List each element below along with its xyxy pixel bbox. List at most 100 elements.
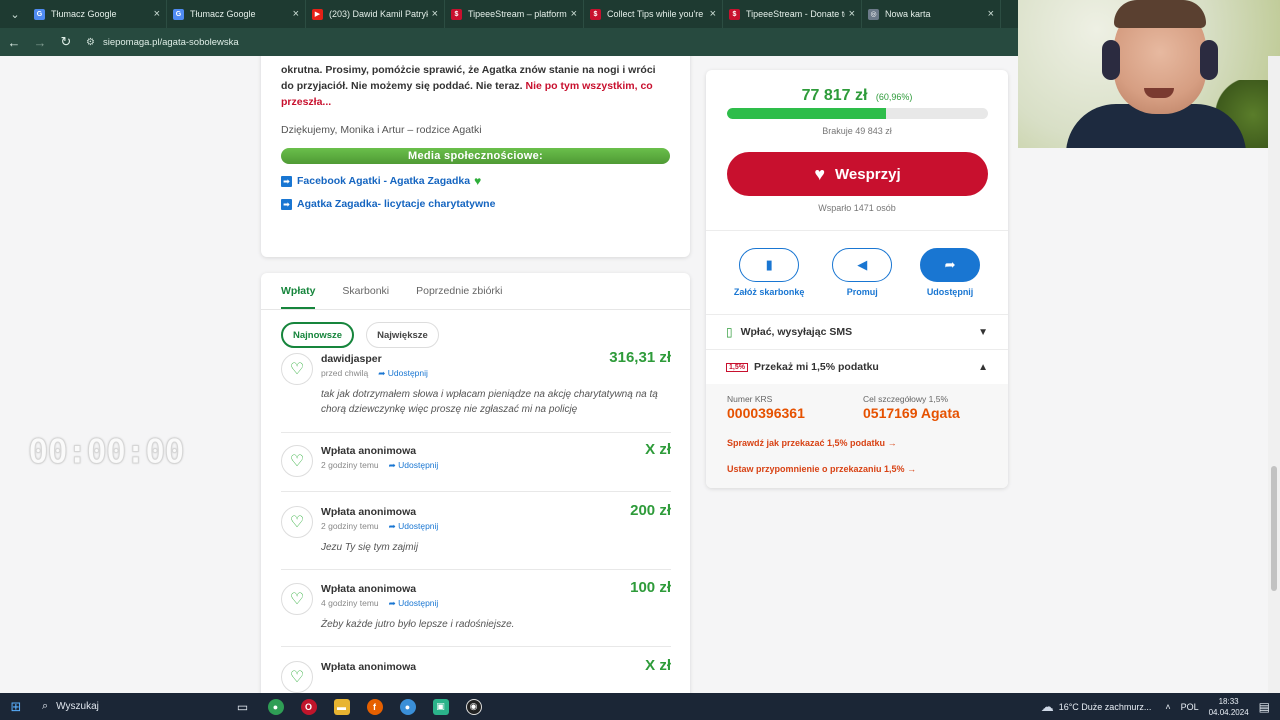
megaphone-icon[interactable]: ◀ xyxy=(832,248,893,282)
taskbar-search-placeholder: Wyszukaj xyxy=(56,701,99,712)
tab-search-chevron-icon[interactable]: ⌄ xyxy=(2,3,28,25)
donor-name: Wpłata anonimowa xyxy=(321,506,417,518)
chrome-icon[interactable]: ● xyxy=(259,693,292,720)
browser-tab[interactable]: G Tłumacz Google × xyxy=(28,0,167,28)
taskbar-search[interactable]: ⌕ Wyszukaj xyxy=(36,693,226,720)
how-to-donate-tax-link[interactable]: Sprawdź jak przekazać 1,5% podatku → xyxy=(727,438,897,448)
chrome-profile-icon[interactable]: ● xyxy=(391,693,424,720)
donor-name: Wpłata anonimowa xyxy=(321,445,417,457)
donor-avatar-icon: ♡ xyxy=(281,506,313,538)
browser-tab[interactable]: $ Collect Tips while you're o × xyxy=(584,0,723,28)
obs-icon[interactable]: ◉ xyxy=(457,693,490,720)
set-reminder-link[interactable]: Ustaw przypomnienie o przekazaniu 1,5% → xyxy=(727,464,916,474)
back-arrow-icon[interactable]: ← xyxy=(2,35,26,50)
url-text: siepomaga.pl/agata-sobolewska xyxy=(102,36,239,48)
arrow-right-icon: → xyxy=(907,464,917,474)
share-action[interactable]: ➦ Udostępnij xyxy=(920,248,981,297)
browser-tab[interactable]: ▶ (203) Dawid Kamil Patryk × xyxy=(306,0,445,28)
filter-newest[interactable]: Najnowsze xyxy=(281,322,355,348)
story-text: okrutna. Prosimy, pomóżcie sprawić, że A… xyxy=(281,62,670,110)
page-scrollbar[interactable] xyxy=(1268,56,1280,693)
hand-heart-icon: ♥ xyxy=(814,163,826,184)
tax-accordion[interactable]: 1,5% Przekaż mi 1,5% podatku ▲ xyxy=(706,350,1008,384)
clock-time: 18:33 xyxy=(1218,696,1239,706)
language-indicator[interactable]: POL xyxy=(1181,702,1199,712)
task-view-icon[interactable]: ▭ xyxy=(226,693,259,720)
facebook-link-text: Facebook Agatki - Agatka Zagadka xyxy=(297,175,471,187)
windows-taskbar: ⊞ ⌕ Wyszukaj ▭ ● O ▬ f ● ▣ ◉ ☁ 16°C Duże… xyxy=(0,693,1280,720)
forward-arrow-icon[interactable]: → xyxy=(28,35,52,50)
close-tab-icon[interactable]: × xyxy=(988,8,994,20)
donation-tabs: Wpłaty Skarbonki Poprzednie zbiórki xyxy=(261,273,690,310)
piggy-bank-icon[interactable]: ▮ xyxy=(739,248,800,282)
page-content: okrutna. Prosimy, pomóżcie sprawić, że A… xyxy=(0,56,1280,693)
browser-tab[interactable]: ◎ Nowa karta × xyxy=(862,0,1001,28)
tax-details: Numer KRS 0000396361 Cel szczegółowy 1,5… xyxy=(706,384,1008,488)
browser-tab[interactable]: $ TipeeeStream - Donate to × xyxy=(723,0,862,28)
clock[interactable]: 18:33 04.04.2024 xyxy=(1209,696,1249,718)
promote-action[interactable]: ◀ Promuj xyxy=(832,248,893,297)
promote-label: Promuj xyxy=(846,287,878,297)
site-info-icon[interactable]: ⚙ xyxy=(86,37,95,48)
tab-favicon-icon: G xyxy=(34,8,45,20)
clock-date: 04.04.2024 xyxy=(1208,707,1249,717)
windows-start-icon[interactable]: ⊞ xyxy=(0,699,32,715)
share-donation-link[interactable]: ➦ Udostępnij xyxy=(389,460,439,471)
donor-name: Wpłata anonimowa xyxy=(321,661,417,673)
share-donation-link[interactable]: ➦ Udostępnij xyxy=(389,521,439,532)
auction-link-text: Agatka Zagadka- licytacje charytatywne xyxy=(297,198,496,210)
filter-largest[interactable]: Największe xyxy=(366,322,439,348)
specific-goal-label: Cel szczegółowy 1,5% xyxy=(863,394,949,404)
tab-poprzednie-zbiorki[interactable]: Poprzednie zbiórki xyxy=(416,285,502,309)
share-icon[interactable]: ➦ xyxy=(920,248,981,282)
tab-wplaty[interactable]: Wpłaty xyxy=(281,285,316,309)
share-donation-label: Udostępnij xyxy=(387,368,428,378)
close-tab-icon[interactable]: × xyxy=(432,8,438,20)
action-buttons: ▮ Załóż skarbonkę ◀ Promuj ➦ Udostępnij xyxy=(706,248,1008,297)
facebook-link[interactable]: ➡ Facebook Agatki - Agatka Zagadka ♥ xyxy=(281,174,670,188)
close-tab-icon[interactable]: × xyxy=(710,8,716,20)
donation-meta: przed chwilą ➦ Udostępnij xyxy=(321,368,428,379)
firefox-icon[interactable]: f xyxy=(358,693,391,720)
scrollbar-thumb[interactable] xyxy=(1271,466,1277,591)
donation-message: Jezu Ty się tym zajmij xyxy=(321,542,419,553)
create-piggy-bank-action[interactable]: ▮ Załóż skarbonkę xyxy=(734,248,804,297)
close-tab-icon[interactable]: × xyxy=(571,8,577,20)
weather-text: 16°C Duże zachmurz... xyxy=(1058,701,1152,712)
close-tab-icon[interactable]: × xyxy=(293,8,299,20)
chevron-up-icon[interactable]: ˄ xyxy=(1165,702,1170,712)
divider xyxy=(706,230,1008,231)
browser-tab[interactable]: G Tłumacz Google × xyxy=(167,0,306,28)
close-tab-icon[interactable]: × xyxy=(849,8,855,20)
arrow-right-icon: ➡ xyxy=(281,175,292,187)
tab-skarbonki[interactable]: Skarbonki xyxy=(342,285,389,309)
social-header: Media społecznościowe: xyxy=(281,148,670,164)
reload-icon[interactable]: ↻ xyxy=(54,34,78,50)
donor-name: dawidjasper xyxy=(321,353,382,365)
browser-tab[interactable]: $ TipeeeStream – platforma × xyxy=(445,0,584,28)
fundraiser-sidebar: 77 817 zł (60,96%) Brakuje 49 843 zł ♥ W… xyxy=(706,70,1008,488)
sms-accordion[interactable]: ▯ Wpłać, wysyłając SMS ▼ xyxy=(706,315,1008,349)
share-donation-label: Udostępnij xyxy=(398,521,439,531)
share-donation-link[interactable]: ➦ Udostępnij xyxy=(389,598,439,609)
app-icon[interactable]: ▣ xyxy=(424,693,457,720)
file-explorer-icon[interactable]: ▬ xyxy=(325,693,358,720)
opera-icon[interactable]: O xyxy=(292,693,325,720)
tab-favicon-icon: ▶ xyxy=(312,8,323,20)
support-button[interactable]: ♥ Wesprzyj xyxy=(727,152,988,196)
auction-link[interactable]: ➡ Agatka Zagadka- licytacje charytatywne xyxy=(281,198,670,210)
notifications-icon[interactable]: ▤ xyxy=(1259,700,1270,714)
donation-meta: 2 godziny temu ➦ Udostępnij xyxy=(321,521,438,532)
krs-value: 0000396361 xyxy=(727,405,805,421)
tab-title: Tłumacz Google xyxy=(190,9,256,19)
share-donation-link[interactable]: ➦ Udostępnij xyxy=(378,368,428,379)
weather-widget[interactable]: ☁ 16°C Duże zachmurz... xyxy=(1041,699,1152,715)
url-field[interactable]: ⚙ siepomaga.pl/agata-sobolewska xyxy=(86,37,239,48)
tab-favicon-icon: $ xyxy=(590,8,601,20)
support-button-label: Wesprzyj xyxy=(835,165,901,183)
set-reminder-text: Ustaw przypomnienie o przekazaniu 1,5% xyxy=(727,464,905,474)
timer-overlay: 00:00:00 xyxy=(28,432,185,472)
close-tab-icon[interactable]: × xyxy=(154,8,160,20)
chevron-up-icon: ▲ xyxy=(978,361,988,373)
raised-percent: (60,96%) xyxy=(875,92,913,102)
